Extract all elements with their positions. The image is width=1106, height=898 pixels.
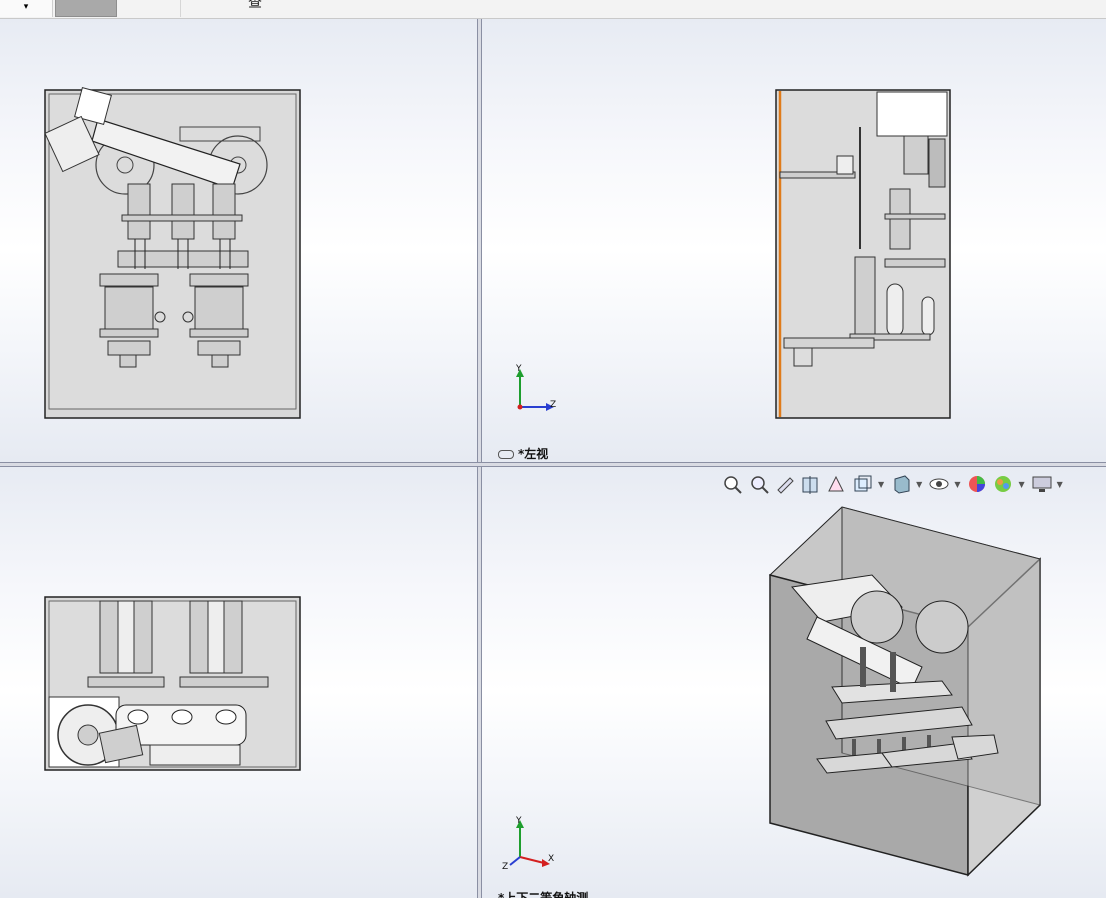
axis-z-label: Z	[550, 400, 556, 410]
view-name-text: *左视	[518, 447, 549, 461]
axis-y-label: Y	[515, 816, 522, 826]
top-view-drawing	[44, 596, 301, 771]
view-name-label: *上下二等角轴测	[498, 891, 589, 898]
axis-triad	[509, 820, 550, 867]
viewport-left[interactable]: Y Z *左视	[482, 19, 1106, 462]
viewport-isometric[interactable]: ▼ ▼ ▼ ▼ ▼ Y X Z *上下二等角轴测	[482, 467, 1106, 898]
axis-x-label: X	[548, 854, 554, 864]
axis-z-label: Z	[502, 862, 508, 872]
left-view-drawing: Y Z	[515, 89, 951, 419]
viewport-top[interactable]	[0, 467, 477, 898]
view-name-label: *左视	[498, 445, 548, 462]
color-swatch-button[interactable]	[55, 0, 117, 17]
dropdown-button[interactable]: ▾	[0, 0, 53, 17]
chevron-down-icon: ▾	[23, 2, 29, 12]
viewport-front[interactable]	[0, 19, 477, 462]
vertical-viewport-splitter[interactable]	[477, 19, 482, 898]
top-toolbar: ▾ 查	[0, 0, 1106, 19]
toolbar-divider	[180, 0, 181, 17]
axis-y-label: Y	[515, 364, 522, 374]
axis-triad	[516, 369, 554, 411]
link-icon	[498, 450, 514, 459]
horizontal-viewport-splitter[interactable]	[0, 462, 1106, 467]
isometric-view-drawing: Y X Z	[502, 506, 1041, 877]
toolbar-label: 查	[248, 0, 262, 11]
front-view-drawing	[44, 87, 301, 419]
